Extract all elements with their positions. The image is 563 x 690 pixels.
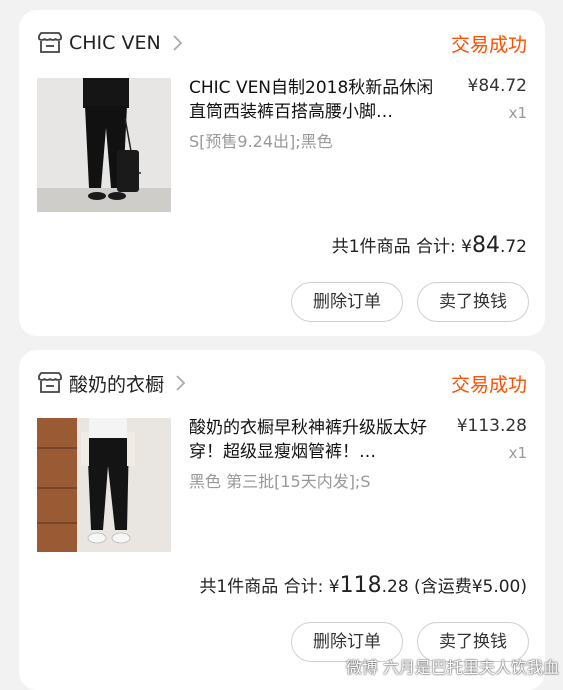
product-price: ¥84.72 — [468, 76, 527, 96]
shop-icon — [37, 32, 63, 54]
watermark-text: 微博 六月是巴托里夫人饮我血 — [346, 654, 559, 678]
product-quantity: x1 — [509, 104, 527, 122]
total-amount-integer: 84 — [472, 233, 500, 258]
product-photo-pants — [37, 418, 171, 552]
shop-header[interactable]: 酸奶的衣橱 交易成功 — [37, 368, 527, 398]
order-status: 交易成功 — [451, 30, 527, 57]
product-sku: 黑色 第三批[15天内发];S — [189, 468, 370, 492]
product-sku: S[预售9.24出];黑色 — [189, 128, 333, 152]
delete-order-button[interactable]: 删除订单 — [291, 282, 403, 322]
order-card[interactable]: 酸奶的衣橱 交易成功 酸奶的衣橱早秋神裤升级版太好穿！超级显瘦烟管裤！… 黑色 … — [19, 350, 545, 690]
product-quantity: x1 — [509, 444, 527, 462]
shop-icon — [37, 372, 63, 394]
order-summary: 共1件商品 合计: ¥118.28 (含运费¥5.00) — [199, 572, 527, 598]
order-card[interactable]: CHIC VEN 交易成功 CHIC VEN自制2018秋新品休闲直筒西装裤百搭… — [19, 10, 545, 336]
product-image[interactable] — [37, 418, 171, 552]
total-amount-decimal: .28 — [382, 577, 409, 597]
product-price: ¥113.28 — [457, 416, 527, 436]
shop-name[interactable]: CHIC VEN — [69, 32, 161, 54]
product-title[interactable]: 酸奶的衣橱早秋神裤升级版太好穿！超级显瘦烟管裤！… — [189, 416, 437, 464]
total-amount-integer: 118 — [340, 573, 382, 598]
shop-name[interactable]: 酸奶的衣橱 — [69, 370, 164, 397]
total-amount-decimal: .72 — [500, 237, 527, 257]
shop-header[interactable]: CHIC VEN 交易成功 — [37, 28, 527, 58]
product-photo-pants — [37, 78, 171, 212]
order-summary: 共1件商品 合计: ¥84.72 — [332, 232, 527, 258]
chevron-right-icon — [171, 34, 183, 52]
shipping-note: (含运费¥5.00) — [409, 577, 527, 597]
summary-label: 共1件商品 合计: ¥ — [199, 577, 339, 597]
summary-label: 共1件商品 合计: ¥ — [332, 237, 472, 257]
product-title[interactable]: CHIC VEN自制2018秋新品休闲直筒西装裤百搭高腰小脚… — [189, 76, 437, 124]
product-image[interactable] — [37, 78, 171, 212]
order-status: 交易成功 — [451, 370, 527, 397]
resell-button[interactable]: 卖了换钱 — [417, 282, 529, 322]
chevron-right-icon — [174, 374, 186, 392]
